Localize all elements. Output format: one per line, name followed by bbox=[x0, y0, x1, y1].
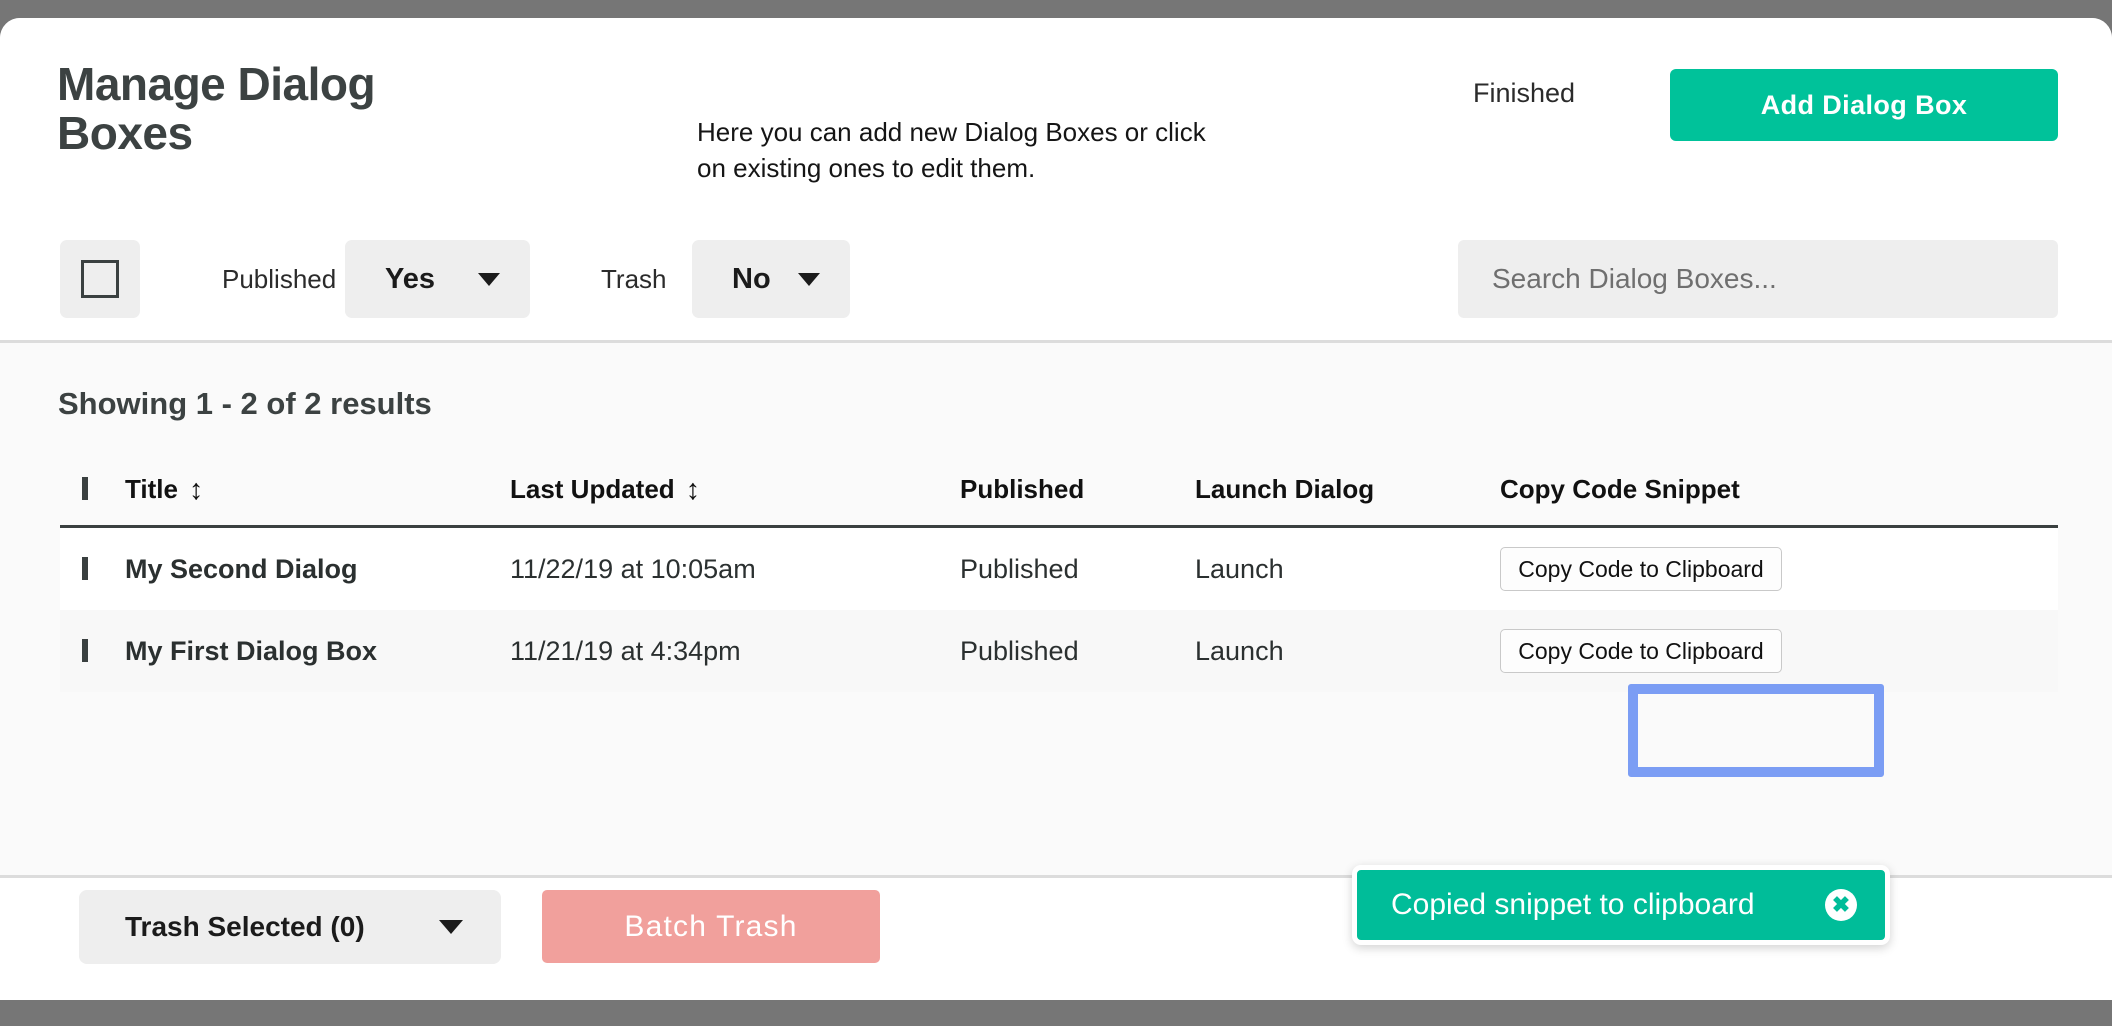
manage-dialog-boxes-sheet: Manage Dialog Boxes Here you can add new… bbox=[0, 18, 2112, 1000]
close-icon[interactable]: ✖ bbox=[1825, 889, 1857, 921]
table-header-row: Title ↕ Last Updated ↕ Published Launch … bbox=[60, 453, 2058, 528]
sort-updown-icon: ↕ bbox=[188, 473, 204, 506]
row-title[interactable]: My First Dialog Box bbox=[125, 636, 510, 667]
column-header-title[interactable]: Title ↕ bbox=[125, 474, 510, 505]
batch-trash-button[interactable]: Batch Trash bbox=[542, 890, 880, 963]
row-select-cell bbox=[60, 639, 125, 662]
column-header-launch-dialog: Launch Dialog bbox=[1195, 473, 1375, 504]
filter-row: Published Yes Trash No bbox=[0, 240, 2112, 320]
row-copy-cell: Copy Code to Clipboard bbox=[1500, 629, 2058, 673]
row-select-checkbox[interactable] bbox=[82, 639, 88, 662]
row-select-cell bbox=[60, 557, 125, 580]
screen: Manage Dialog Boxes Here you can add new… bbox=[0, 0, 2112, 1026]
bulk-action-value: Trash Selected (0) bbox=[125, 911, 365, 942]
status-finished-label: Finished bbox=[1473, 78, 1576, 108]
row-launch-link[interactable]: Launch bbox=[1195, 636, 1500, 667]
row-last-updated: 11/22/19 at 10:05am bbox=[510, 553, 756, 584]
trash-filter-value: No bbox=[732, 262, 771, 295]
toast-message: Copied snippet to clipboard bbox=[1391, 888, 1755, 921]
column-header-last-updated-label: Last Updated bbox=[510, 473, 675, 504]
search-input[interactable] bbox=[1458, 240, 2058, 318]
row-last-updated: 11/21/19 at 4:34pm bbox=[510, 635, 741, 666]
published-filter-label: Published bbox=[222, 264, 337, 294]
row-select-checkbox[interactable] bbox=[82, 557, 88, 580]
table-row[interactable]: My Second Dialog 11/22/19 at 10:05am Pub… bbox=[60, 528, 2058, 610]
column-header-last-updated[interactable]: Last Updated ↕ bbox=[510, 474, 960, 505]
row-published-status: Published bbox=[960, 635, 1079, 666]
row-published-status: Published bbox=[960, 553, 1079, 584]
dialog-boxes-table: Title ↕ Last Updated ↕ Published Launch … bbox=[60, 453, 2058, 777]
row-launch-link[interactable]: Launch bbox=[1195, 554, 1500, 585]
chevron-down-icon bbox=[439, 920, 463, 934]
column-header-published: Published bbox=[960, 473, 1085, 504]
results-count: Showing 1 - 2 of 2 results bbox=[58, 386, 432, 421]
checkbox-square-icon bbox=[81, 260, 119, 298]
page-subtitle: Here you can add new Dialog Boxes or cli… bbox=[697, 117, 1206, 183]
row-copy-cell: Copy Code to Clipboard bbox=[1500, 547, 2058, 591]
chevron-down-icon bbox=[798, 272, 820, 286]
copy-code-to-clipboard-button[interactable]: Copy Code to Clipboard bbox=[1500, 629, 1782, 673]
sort-updown-icon: ↕ bbox=[685, 473, 701, 506]
select-all-filter-checkbox[interactable] bbox=[60, 240, 140, 318]
select-all-rows-checkbox[interactable] bbox=[82, 477, 88, 500]
column-header-copy-code-snippet: Copy Code Snippet bbox=[1500, 473, 1740, 504]
published-filter-select[interactable]: Yes bbox=[345, 240, 530, 318]
published-filter-value: Yes bbox=[385, 262, 435, 295]
row-title[interactable]: My Second Dialog bbox=[125, 554, 510, 585]
table-row[interactable]: My First Dialog Box 11/21/19 at 4:34pm P… bbox=[60, 610, 2058, 692]
chevron-down-icon bbox=[478, 272, 500, 286]
page-header: Manage Dialog Boxes Here you can add new… bbox=[0, 18, 2112, 343]
add-dialog-box-button[interactable]: Add Dialog Box bbox=[1670, 69, 2058, 141]
bulk-action-select[interactable]: Trash Selected (0) bbox=[79, 890, 501, 964]
trash-filter-select[interactable]: No bbox=[692, 240, 850, 318]
page-title: Manage Dialog Boxes bbox=[57, 58, 376, 160]
header-select-all-cell bbox=[60, 477, 125, 500]
focus-highlight-ring bbox=[1628, 684, 1884, 777]
trash-filter-label: Trash bbox=[601, 264, 667, 294]
copy-code-to-clipboard-button[interactable]: Copy Code to Clipboard bbox=[1500, 547, 1782, 591]
toast-notification: Copied snippet to clipboard ✖ bbox=[1352, 865, 1890, 945]
column-header-title-label: Title bbox=[125, 473, 178, 504]
results-region: Showing 1 - 2 of 2 results Title ↕ Last … bbox=[0, 343, 2112, 878]
